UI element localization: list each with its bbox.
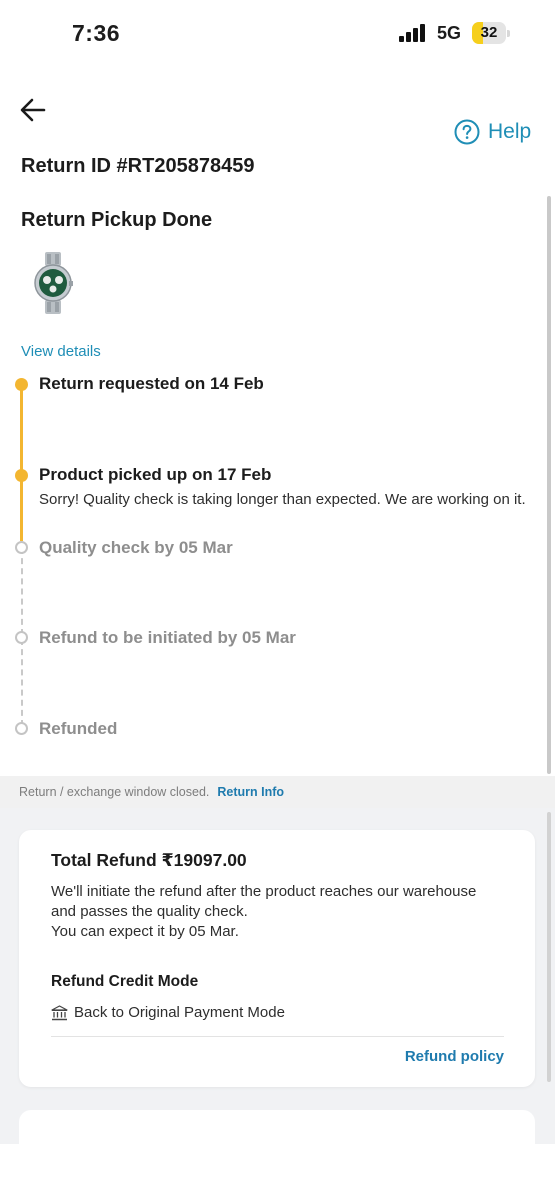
back-arrow-icon — [20, 98, 46, 122]
bottom-area — [0, 1144, 555, 1200]
return-window-notice: Return / exchange window closed. Return … — [0, 776, 555, 808]
network-type: 5G — [437, 23, 462, 43]
timeline-step-refund-initiated: Refund to be initiated by 05 Mar — [39, 628, 296, 647]
scrollbar[interactable] — [547, 196, 551, 774]
timeline-dot-done — [15, 378, 28, 391]
refund-policy-link[interactable]: Refund policy — [405, 1048, 504, 1065]
refund-description-line: and passes the quality check. — [51, 903, 248, 920]
timeline-dot-done — [15, 469, 28, 482]
timeline-step-quality-check: Quality check by 05 Mar — [39, 538, 233, 557]
refund-credit-mode-label: Refund Credit Mode — [51, 973, 199, 990]
refund-description-line: We'll initiate the refund after the prod… — [51, 883, 477, 900]
timeline-step-refunded: Refunded — [39, 719, 118, 738]
status-time: 7:36 — [72, 20, 121, 46]
help-circle-icon — [454, 119, 480, 145]
battery-level: 32 — [480, 24, 498, 41]
bank-icon — [51, 1004, 68, 1020]
scrollbar-lower — [547, 812, 551, 1082]
help-label: Help — [488, 120, 532, 143]
refund-description: We'll initiate the refund after the prod… — [51, 882, 521, 942]
signal-icon — [399, 24, 427, 42]
return-info-link[interactable]: Return Info — [217, 785, 284, 799]
back-button[interactable] — [16, 94, 50, 128]
battery-icon: 32 — [472, 22, 510, 44]
refund-description-line: You can expect it by 05 Mar. — [51, 923, 239, 940]
product-thumbnail[interactable] — [30, 252, 76, 314]
timeline-dot-pending — [15, 631, 28, 644]
refund-card: Total Refund ₹19097.00 We'll initiate th… — [19, 830, 535, 1087]
timeline-step-picked-up: Product picked up on 17 Feb — [39, 465, 272, 484]
timeline-step-requested: Return requested on 14 Feb — [39, 374, 264, 393]
help-button[interactable]: Help — [454, 118, 531, 146]
timeline-dot-pending — [15, 541, 28, 554]
timeline-progress-line — [20, 384, 23, 541]
return-status-title: Return Pickup Done — [21, 209, 213, 231]
return-id: Return ID #RT205878459 — [21, 155, 255, 177]
timeline-dot-pending — [15, 722, 28, 735]
return-window-text: Return / exchange window closed. — [19, 785, 210, 799]
refund-credit-mode-value: Back to Original Payment Mode — [74, 1004, 285, 1021]
card-divider — [51, 1036, 504, 1037]
timeline-delay-note: Sorry! Quality check is taking longer th… — [39, 491, 526, 508]
total-refund-title: Total Refund ₹19097.00 — [51, 850, 247, 870]
view-details-link[interactable]: View details — [21, 343, 101, 360]
refund-credit-mode: Back to Original Payment Mode — [51, 1004, 285, 1021]
status-bar: 7:36 5G 32 — [0, 0, 555, 66]
